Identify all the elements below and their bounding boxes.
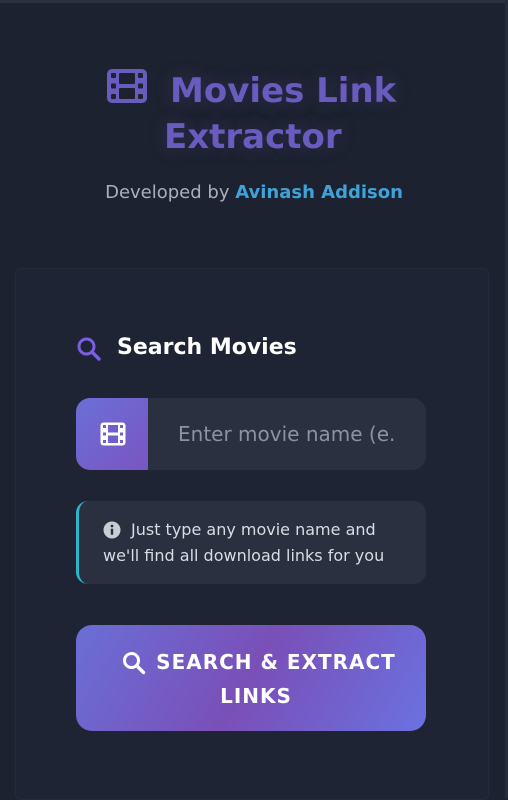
section-title: Search Movies [117, 335, 297, 360]
app-title: Movies Link Extractor [100, 60, 410, 160]
search-extract-button[interactable]: SEARCH & EXTRACT LINKS [76, 625, 426, 731]
film-icon [100, 422, 126, 446]
author-link[interactable]: Avinash Addison [235, 182, 403, 203]
search-button-label: SEARCH & EXTRACT LINKS [156, 650, 396, 708]
movie-search-group [76, 398, 426, 470]
input-icon-box [76, 398, 148, 470]
info-hint: Just type any movie name and we'll find … [76, 501, 426, 584]
hint-text: Just type any movie name and we'll find … [103, 520, 385, 565]
title-line-2: Extractor [164, 117, 342, 157]
movie-name-input[interactable] [148, 398, 426, 470]
title-text: Movies Link Extractor [100, 68, 410, 160]
window-top-edge [0, 0, 508, 3]
search-icon [77, 337, 101, 361]
title-line-1: Movies Link [170, 71, 397, 111]
credit-prefix: Developed by [105, 182, 236, 203]
developer-credit: Developed by Avinash Addison [0, 182, 508, 203]
